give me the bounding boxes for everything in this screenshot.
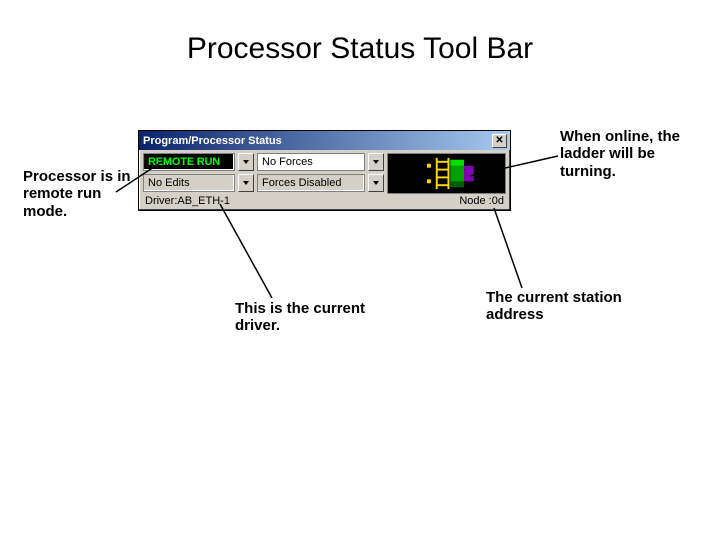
close-button[interactable]: ✕ [492, 134, 507, 148]
ladder-animation [387, 153, 506, 194]
titlebar[interactable]: Program/Processor Status ✕ [139, 131, 510, 150]
chevron-down-icon [373, 181, 379, 185]
driver-value: AB_ETH-1 [177, 195, 230, 207]
forces-dropdown[interactable] [368, 153, 384, 171]
edits-field: No Edits [143, 174, 235, 192]
annotation-current-driver: This is the current driver. [235, 300, 375, 335]
callout-lines [0, 0, 720, 540]
close-icon: ✕ [495, 135, 503, 146]
chevron-down-icon [243, 181, 249, 185]
edits-dropdown[interactable] [238, 174, 254, 192]
driver-label: Driver: [145, 195, 177, 207]
slide-title: Processor Status Tool Bar [0, 32, 720, 66]
run-mode-dropdown[interactable] [238, 153, 254, 171]
node-label: Node : [459, 195, 491, 207]
status-row: Driver: AB_ETH-1 Node : 0d [143, 194, 506, 207]
annotation-processor-mode: Processor is in remote run mode. [23, 168, 133, 220]
chevron-down-icon [243, 160, 249, 164]
run-mode-field: REMOTE RUN [143, 153, 235, 171]
forces-field: No Forces [257, 153, 365, 171]
status-window: Program/Processor Status ✕ REMOTE RUN No… [138, 130, 511, 211]
forces-state-field: Forces Disabled [257, 174, 365, 192]
forces-state-dropdown[interactable] [368, 174, 384, 192]
window-title: Program/Processor Status [143, 135, 282, 147]
annotation-station-address: The current station address [486, 289, 636, 324]
window-client: REMOTE RUN No Forces No Edits Forces Dis… [139, 150, 510, 210]
node-value: 0d [492, 195, 504, 207]
annotation-ladder-turning: When online, the ladder will be turning. [560, 128, 700, 180]
chevron-down-icon [373, 160, 379, 164]
ladder-icon [388, 154, 505, 193]
